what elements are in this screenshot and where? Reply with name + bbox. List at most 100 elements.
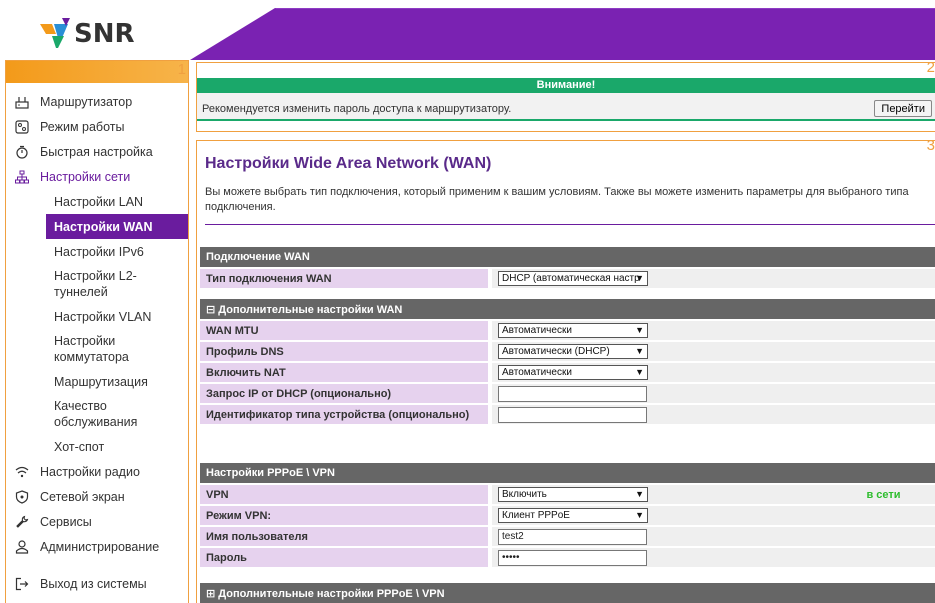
wan-connection-table: Подключение WAN Тип подключения WAN DHCP… — [200, 247, 935, 290]
sidebar-item-services[interactable]: Сервисы — [6, 509, 188, 534]
chevron-down-icon: ▼ — [635, 346, 644, 356]
divider — [205, 224, 935, 225]
vendor-class-id-input[interactable] — [498, 406, 647, 423]
notice-title: Внимание! — [197, 78, 935, 93]
page-description: Вы можете выбрать тип подключения, котор… — [205, 186, 909, 213]
sidebar-item-radio[interactable]: Настройки радио — [6, 459, 188, 484]
sidebar-item-lan[interactable]: Настройки LAN — [6, 189, 188, 214]
field-label: Имя пользователя — [200, 526, 492, 548]
pppoe-table: Настройки PPPoE \ VPN VPN Включить ▼ в се… — [200, 463, 935, 569]
sidebar-nav: Маршрутизатор Режим работы Быстрая настр… — [6, 89, 188, 596]
dns-profile-select[interactable]: Автоматически (DHCP) ▼ — [498, 344, 648, 359]
sidebar-item-label: Настройки LAN — [54, 194, 144, 209]
field-label: Тип подключения WAN — [200, 268, 492, 290]
table-row: Идентификатор типа устройства (опциональ… — [200, 404, 935, 426]
sidebar-item-hotspot[interactable]: Хот-спот — [6, 434, 188, 459]
sidebar-item-label: Настройки WAN — [54, 219, 153, 234]
field-value: Автоматически (DHCP) ▼ — [490, 341, 935, 363]
go-button[interactable]: Перейти — [874, 100, 932, 117]
shield-icon — [14, 489, 30, 505]
field-label: WAN MTU — [200, 320, 492, 342]
field-label: Запрос IP от DHCP (опционально) — [200, 383, 492, 405]
wan-mtu-select[interactable]: Автоматически ▼ — [498, 323, 648, 338]
sidebar-item-wan[interactable]: Настройки WAN — [46, 214, 188, 239]
table-row: Режим VPN: Клиент PPPoE ▼ — [200, 505, 935, 527]
empty-cell — [831, 526, 935, 548]
field-value: Клиент PPPoE ▼ — [490, 505, 831, 527]
wan-advanced-table: ⊟ Дополнительные настройки WAN WAN MTU А… — [200, 299, 935, 426]
field-value — [490, 383, 935, 405]
sidebar-item-admin[interactable]: Администрирование — [6, 534, 188, 559]
sidebar-top-bar: 1 — [6, 61, 188, 83]
sidebar-item-routing[interactable]: Маршрутизация — [6, 369, 188, 394]
wan-type-select[interactable]: DHCP (автоматическая настр ▼ — [498, 271, 648, 286]
sidebar-item-label: Администрирование — [40, 539, 160, 554]
sidebar-item-quick-setup[interactable]: Быстрая настройка — [6, 139, 188, 164]
field-label: Пароль — [200, 547, 492, 569]
sidebar-item-label: Сервисы — [40, 514, 92, 529]
empty-cell — [831, 505, 935, 527]
status-badge: в сети — [831, 484, 935, 506]
nat-select[interactable]: Автоматически ▼ — [498, 365, 648, 380]
section-header: Подключение WAN — [200, 247, 935, 269]
field-value: test2 — [490, 526, 831, 548]
sidebar-item-l2-tunnels[interactable]: Настройки L2-туннелей — [6, 264, 188, 304]
select-value: Автоматически — [502, 325, 572, 336]
sidebar-item-label: Хот-спот — [54, 439, 105, 454]
password-input[interactable]: ••••• — [498, 549, 647, 566]
snr-logo: SNR — [40, 18, 135, 49]
table-row: Имя пользователя test2 — [200, 526, 935, 548]
table-row: Включить NAT Автоматически ▼ — [200, 362, 935, 384]
sidebar-item-label: Настройки L2-туннелей — [54, 269, 137, 299]
sidebar-item-network-settings[interactable]: Настройки сети — [6, 164, 188, 189]
sidebar-item-label: Настройки радио — [40, 464, 140, 479]
sidebar-item-firewall[interactable]: Сетевой экран — [6, 484, 188, 509]
field-label: Профиль DNS — [200, 341, 492, 363]
chevron-down-icon: ▼ — [635, 489, 644, 499]
sidebar-item-label: Настройки IPv6 — [54, 244, 144, 259]
mode-icon — [14, 119, 30, 135]
section-header-label: ⊟ Дополнительные настройки WAN — [200, 299, 935, 321]
sidebar-item-label: Быстрая настройка — [40, 144, 153, 159]
header: SNR — [0, 0, 935, 60]
select-value: DHCP (автоматическая настр — [502, 273, 640, 284]
sidebar-item-logout[interactable]: Выход из системы — [6, 571, 188, 596]
sidebar: 1 Маршрутизатор Режим работы Быстрая нас… — [5, 60, 189, 603]
pppoe-advanced-table: ⊞ Дополнительные настройки PPPoE \ VPN — [200, 583, 935, 603]
stopwatch-icon — [14, 144, 30, 160]
table-row: Тип подключения WAN DHCP (автоматическая… — [200, 268, 935, 290]
chevron-down-icon: ▼ — [635, 510, 644, 520]
field-label: Включить NAT — [200, 362, 492, 384]
sidebar-item-vlan[interactable]: Настройки VLAN — [6, 304, 188, 329]
vpn-enable-select[interactable]: Включить ▼ — [498, 487, 648, 502]
wifi-icon — [14, 464, 30, 480]
chevron-down-icon: ▼ — [635, 367, 644, 377]
sidebar-item-ipv6[interactable]: Настройки IPv6 — [6, 239, 188, 264]
chevron-down-icon: ▼ — [635, 273, 644, 283]
sidebar-item-mode[interactable]: Режим работы — [6, 114, 188, 139]
field-value: Автоматически ▼ — [490, 362, 935, 384]
sidebar-item-qos[interactable]: Качество обслуживания — [6, 394, 188, 434]
sidebar-item-router[interactable]: Маршрутизатор — [6, 89, 188, 114]
field-value — [490, 404, 935, 426]
username-input[interactable]: test2 — [498, 528, 647, 545]
sidebar-item-label: Режим работы — [40, 119, 125, 134]
logout-icon — [14, 576, 30, 592]
dhcp-ip-request-input[interactable] — [498, 385, 647, 402]
select-value: Включить — [502, 489, 547, 500]
logo-wordmark: SNR — [74, 19, 135, 49]
wrench-icon — [14, 514, 30, 530]
section-header[interactable]: ⊟ Дополнительные настройки WAN — [200, 299, 935, 321]
table-row: Пароль ••••• — [200, 547, 935, 569]
sidebar-item-label: Маршрутизация — [54, 374, 148, 389]
empty-cell — [831, 547, 935, 569]
sidebar-item-switch[interactable]: Настройки коммутатора — [6, 329, 188, 369]
section-header[interactable]: ⊞ Дополнительные настройки PPPoE \ VPN — [200, 583, 935, 603]
frame-number: 3 — [926, 140, 935, 154]
section-header-label: Подключение WAN — [200, 247, 935, 269]
field-value: ••••• — [490, 547, 831, 569]
field-value: DHCP (автоматическая настр ▼ — [490, 268, 935, 290]
frame-number: 2 — [926, 59, 935, 76]
vpn-mode-select[interactable]: Клиент PPPoE ▼ — [498, 508, 648, 523]
select-value: Автоматически (DHCP) — [502, 346, 610, 357]
